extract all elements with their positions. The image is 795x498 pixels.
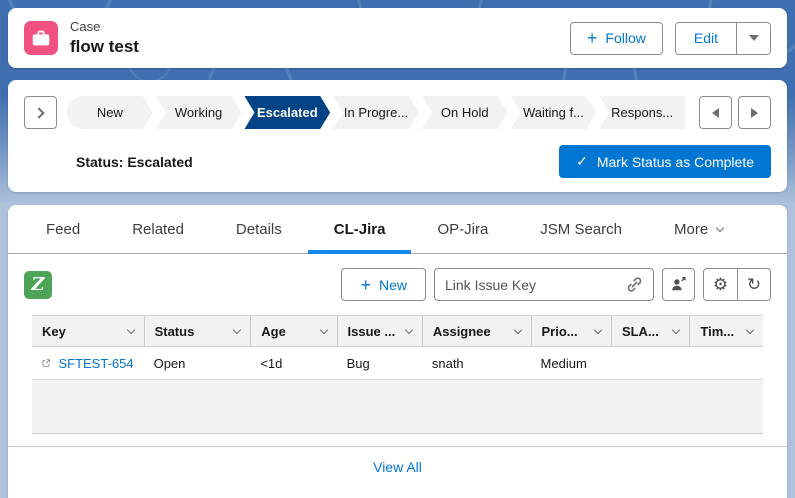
tab-more[interactable]: More	[648, 205, 749, 253]
external-link-icon[interactable]	[42, 356, 50, 370]
path-scroll-right-button[interactable]	[738, 96, 771, 129]
chevron-down-icon[interactable]	[672, 325, 680, 333]
cell-age: <1d	[250, 356, 336, 371]
chevron-down-icon[interactable]	[513, 325, 521, 333]
tab-details[interactable]: Details	[210, 205, 308, 253]
record-type-label: Case	[70, 19, 139, 35]
table-settings-group: ⚙ ↻	[703, 268, 771, 301]
edit-button-group: Edit	[675, 22, 771, 55]
chevron-down-icon	[749, 35, 759, 41]
chevron-right-icon	[33, 107, 44, 118]
tab-related[interactable]: Related	[106, 205, 210, 253]
briefcase-icon	[30, 27, 52, 49]
path-expand-button[interactable]	[24, 96, 57, 129]
card-footer: View All	[8, 446, 787, 489]
path-card: New Working Escalated In Progre... On Ho…	[8, 80, 787, 192]
tab-cl-jira[interactable]: CL-Jira	[308, 205, 412, 253]
chevron-down-icon[interactable]	[233, 325, 241, 333]
plus-icon: +	[587, 29, 598, 47]
record-tabs-card: Feed Related Details CL-Jira OP-Jira JSM…	[8, 205, 787, 498]
column-header-status[interactable]: Status	[144, 316, 251, 346]
right-arrow-icon	[751, 108, 758, 118]
follow-button-label: Follow	[605, 30, 645, 46]
tab-bar: Feed Related Details CL-Jira OP-Jira JSM…	[8, 205, 787, 254]
table-header-row: Key Status Age Issue ... Assignee Prio..…	[32, 315, 763, 347]
path-stage-escalated[interactable]: Escalated	[244, 96, 330, 129]
gear-icon: ⚙	[713, 275, 728, 295]
status-label: Status: Escalated	[76, 154, 193, 170]
z-logo-icon: Z	[24, 271, 52, 299]
chevron-down-icon[interactable]	[594, 325, 602, 333]
settings-button[interactable]: ⚙	[704, 269, 737, 300]
follow-button[interactable]: + Follow	[570, 22, 663, 55]
tab-feed[interactable]: Feed	[20, 205, 106, 253]
path-stages: New Working Escalated In Progre... On Ho…	[67, 96, 685, 129]
new-issue-button-label: New	[379, 277, 407, 293]
edit-dropdown-button[interactable]	[736, 23, 770, 54]
refresh-button[interactable]: ↻	[737, 269, 770, 300]
chevron-down-icon[interactable]	[405, 325, 413, 333]
assign-user-button[interactable]	[662, 268, 695, 301]
link-issue-key-field	[434, 268, 654, 301]
user-icon	[670, 276, 687, 293]
chain-link-icon[interactable]	[626, 276, 643, 293]
mark-status-complete-button[interactable]: ✓ Mark Status as Complete	[559, 145, 771, 178]
chevron-down-icon	[716, 223, 724, 231]
cell-status: Open	[144, 356, 251, 371]
cell-issue-type: Bug	[337, 356, 422, 371]
table-row: SFTEST-654 Open <1d Bug snath Medium	[32, 347, 763, 380]
tab-more-label: More	[674, 221, 708, 238]
left-arrow-icon	[712, 108, 719, 118]
edit-button[interactable]: Edit	[676, 23, 736, 54]
tab-jsm-search[interactable]: JSM Search	[514, 205, 648, 253]
column-header-priority[interactable]: Prio...	[531, 316, 611, 346]
table-empty-area	[32, 380, 763, 434]
column-header-age[interactable]: Age	[250, 316, 336, 346]
column-header-assignee[interactable]: Assignee	[422, 316, 531, 346]
column-header-sla[interactable]: SLA...	[611, 316, 689, 346]
edit-button-label: Edit	[694, 30, 718, 46]
plus-icon: +	[360, 276, 371, 294]
case-briefcase-icon	[24, 21, 58, 55]
issue-key-link[interactable]: SFTEST-654	[58, 356, 133, 371]
tab-op-jira[interactable]: OP-Jira	[411, 205, 514, 253]
view-all-link[interactable]: View All	[373, 459, 422, 475]
check-icon: ✓	[576, 153, 588, 170]
cell-priority: Medium	[531, 356, 611, 371]
page-title: flow test	[70, 36, 139, 57]
column-header-time[interactable]: Tim...	[689, 316, 763, 346]
path-stage-on-hold[interactable]: On Hold	[422, 96, 508, 129]
cell-assignee: snath	[422, 356, 531, 371]
chevron-down-icon[interactable]	[746, 325, 754, 333]
path-stage-new[interactable]: New	[67, 96, 153, 129]
path-stage-working[interactable]: Working	[156, 96, 242, 129]
path-scroll-left-button[interactable]	[699, 96, 732, 129]
new-issue-button[interactable]: + New	[341, 268, 426, 301]
jira-toolbar: Z + New ⚙ ↻	[24, 268, 771, 301]
path-stage-response[interactable]: Respons...	[599, 96, 685, 129]
mark-status-complete-label: Mark Status as Complete	[597, 154, 754, 170]
path-stage-in-progress[interactable]: In Progre...	[333, 96, 419, 129]
link-issue-key-input[interactable]	[445, 277, 626, 293]
jira-issues-table: Key Status Age Issue ... Assignee Prio..…	[32, 315, 763, 380]
chevron-down-icon[interactable]	[319, 325, 327, 333]
record-header-card: Case flow test + Follow Edit	[8, 8, 787, 68]
chevron-down-icon[interactable]	[126, 325, 134, 333]
column-header-issue-type[interactable]: Issue ...	[337, 316, 422, 346]
refresh-icon: ↻	[747, 275, 761, 295]
column-header-key[interactable]: Key	[32, 316, 144, 346]
path-stage-waiting[interactable]: Waiting f...	[511, 96, 597, 129]
